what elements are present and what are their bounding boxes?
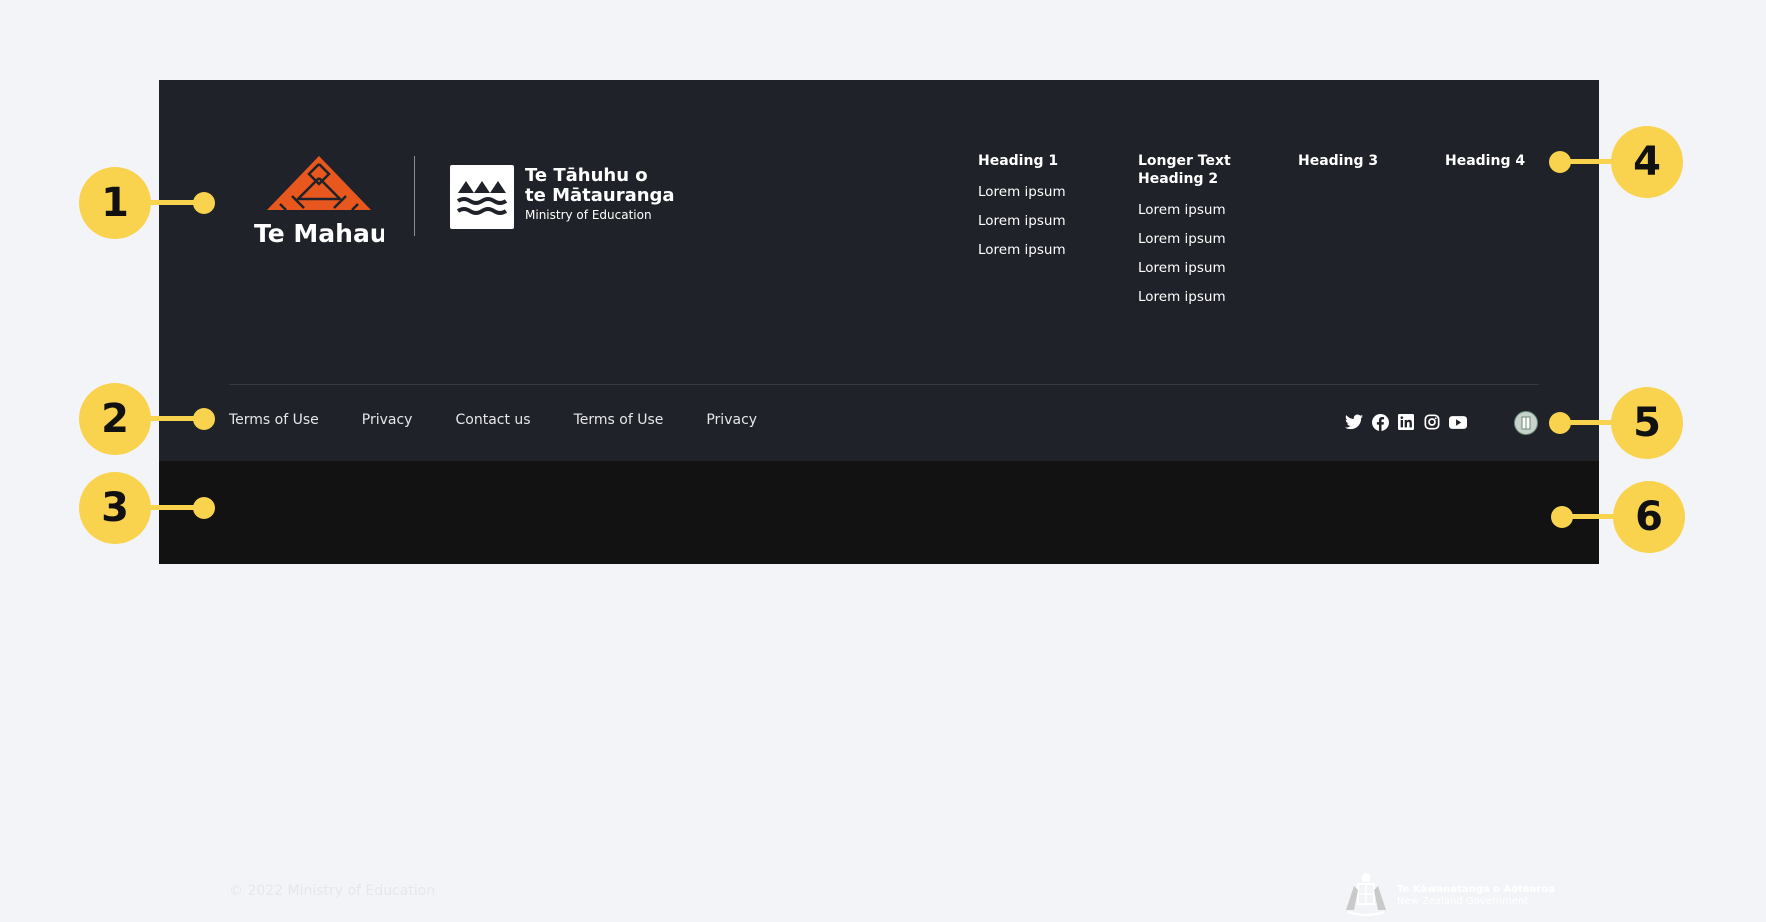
nav-link[interactable]: Lorem ipsum <box>1138 231 1258 248</box>
copyright-text: © 2022 Ministry of Education <box>229 883 436 899</box>
footer-divider <box>229 384 1539 385</box>
nav-column-3: Heading 3 <box>1298 152 1378 170</box>
nav-heading-1: Heading 1 <box>978 153 1059 169</box>
callout-badge: 2 <box>79 383 151 455</box>
moe-wordmark: Te Tāhuhu o te Mātauranga Ministry of Ed… <box>525 165 675 223</box>
nav-column-1: Heading 1 Lorem ipsum Lorem ipsum Lorem … <box>978 152 1066 259</box>
callout-dot <box>1549 412 1571 434</box>
nav-link[interactable]: Lorem ipsum <box>978 213 1066 230</box>
callout-dot <box>193 192 215 214</box>
legal-link-terms[interactable]: Terms of Use <box>574 412 664 428</box>
callout-dot <box>1549 151 1571 173</box>
legal-link-privacy[interactable]: Privacy <box>706 412 757 428</box>
moe-subtitle: Ministry of Education <box>525 208 652 222</box>
nav-heading-2: Longer Text Heading 2 <box>1138 153 1231 187</box>
twitter-icon[interactable] <box>1345 413 1363 431</box>
nav-column-2: Longer Text Heading 2 Lorem ipsum Lorem … <box>1138 152 1258 306</box>
legal-link-terms[interactable]: Terms of Use <box>229 412 319 428</box>
callout-badge: 5 <box>1611 387 1683 459</box>
nzgov-line1: Te Kāwanatanga o Aotearoa <box>1397 884 1555 895</box>
instagram-icon[interactable] <box>1423 413 1441 431</box>
callout-badge: 6 <box>1613 481 1685 553</box>
nav-heading-4: Heading 4 <box>1445 153 1526 169</box>
callout-badge: 1 <box>79 167 151 239</box>
linkedin-icon[interactable] <box>1397 413 1415 431</box>
social-links <box>1345 413 1475 431</box>
site-footer: Te Mahau Te Tāhuhu o te Mātauranga Minis… <box>159 80 1599 916</box>
callout-dot <box>193 408 215 430</box>
callout-dot <box>193 497 215 519</box>
legal-link-contact[interactable]: Contact us <box>455 412 530 428</box>
coat-of-arms-icon <box>1346 872 1386 916</box>
moe-line2: te Mātauranga <box>525 185 675 206</box>
logo-divider <box>414 156 415 236</box>
te-mahau-text: Te Mahau <box>254 219 384 248</box>
nav-link[interactable]: Lorem ipsum <box>1138 289 1258 306</box>
nav-column-4: Heading 4 <box>1445 152 1525 170</box>
moe-line1: Te Tāhuhu o <box>525 165 648 186</box>
language-toggle-icon[interactable] <box>1514 411 1538 435</box>
callout-badge: 4 <box>1611 126 1683 198</box>
copyright-strip: © 2022 Ministry of Education Te Kāwanata… <box>159 461 1599 916</box>
nz-government-text: Te Kāwanatanga o Aotearoa New Zealand Go… <box>1397 884 1555 907</box>
nav-link[interactable]: Lorem ipsum <box>978 242 1066 259</box>
legal-links: Terms of Use Privacy Contact us Terms of… <box>229 412 800 428</box>
callout-dot <box>1551 506 1573 528</box>
nav-heading-3: Heading 3 <box>1298 153 1379 169</box>
te-mahau-logo-icon: Te Mahau <box>254 156 384 248</box>
facebook-icon[interactable] <box>1371 413 1389 431</box>
nz-government-logo[interactable]: Te Kāwanatanga o Aotearoa New Zealand Go… <box>1342 870 1555 918</box>
nzgov-line2: New Zealand Government <box>1397 896 1529 907</box>
moe-mountains-icon <box>450 165 514 229</box>
nav-link[interactable]: Lorem ipsum <box>1138 202 1258 219</box>
legal-link-privacy[interactable]: Privacy <box>362 412 413 428</box>
nav-link[interactable]: Lorem ipsum <box>978 184 1066 201</box>
youtube-icon[interactable] <box>1449 413 1467 431</box>
nav-link[interactable]: Lorem ipsum <box>1138 260 1258 277</box>
callout-badge: 3 <box>79 472 151 544</box>
